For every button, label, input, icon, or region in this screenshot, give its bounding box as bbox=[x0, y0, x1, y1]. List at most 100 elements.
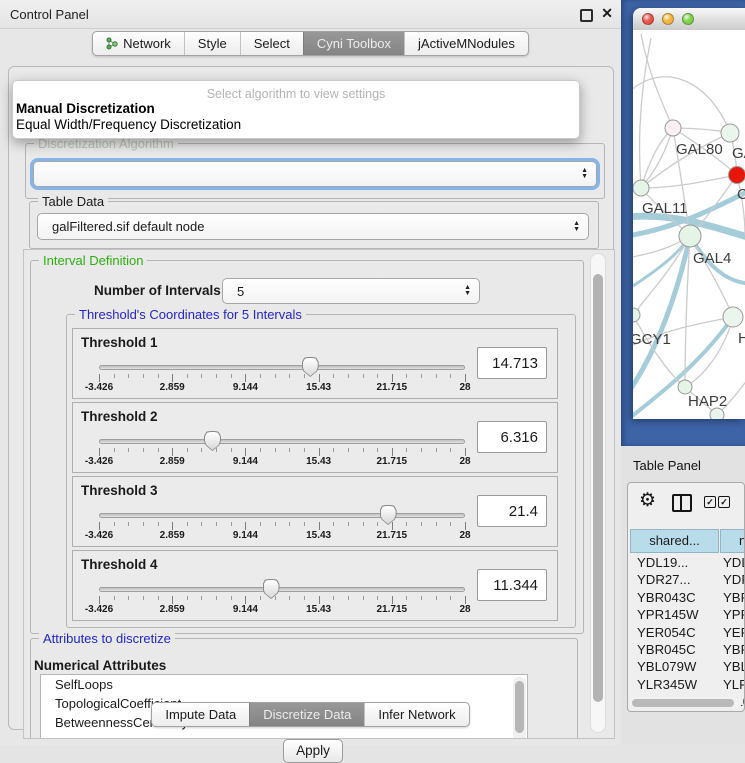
split-view-icon[interactable] bbox=[672, 494, 692, 512]
network-edge[interactable] bbox=[737, 175, 745, 235]
threshold-value-field[interactable]: 11.344 bbox=[477, 569, 547, 601]
tab-label: Network bbox=[123, 32, 171, 55]
node-label: GAL4 bbox=[693, 250, 731, 267]
network-node-hap2[interactable] bbox=[678, 380, 692, 394]
cell-name: YDR2 bbox=[723, 572, 745, 587]
algorithm-option-equal-width-frequency-discretization[interactable]: Equal Width/Frequency Discretization bbox=[13, 117, 579, 133]
slider-track[interactable] bbox=[99, 439, 465, 444]
algorithm-option-manual-discretization[interactable]: Manual Discretization bbox=[13, 101, 579, 117]
table-hscrollbar[interactable] bbox=[630, 697, 742, 708]
gear-icon[interactable]: ⚙ bbox=[639, 489, 656, 512]
scrollbar-thumb[interactable] bbox=[632, 699, 734, 707]
control-panel: Control Panel ✕ Network StyleSelect Cyni T… bbox=[0, 0, 621, 745]
float-window-icon[interactable] bbox=[580, 9, 593, 22]
tab-style[interactable]: Style bbox=[184, 32, 240, 55]
table-row[interactable]: YPR145WYPR1 bbox=[630, 607, 745, 624]
checkbox-icon[interactable]: ✓ bbox=[704, 496, 716, 508]
control-panel-titlebar: Control Panel ✕ bbox=[0, 0, 621, 29]
tab-label: Impute Data bbox=[165, 703, 236, 726]
slider-track[interactable] bbox=[99, 365, 465, 370]
table-row[interactable]: YER054C YER0 bbox=[630, 625, 745, 642]
threshold-label: Threshold 1 bbox=[81, 335, 158, 350]
table-data-combo[interactable]: galFiltered.sif default node ▲▼ bbox=[37, 213, 589, 240]
slider-tick-labels: -3.4262.8599.14415.4321.71528 bbox=[99, 604, 465, 616]
tab-label: Cyni Toolbox bbox=[317, 32, 391, 55]
tab-jactivemnodules[interactable]: jActiveMNodules bbox=[404, 32, 528, 55]
node-label: GAL80 bbox=[676, 141, 723, 158]
algorithm-combo[interactable]: ▲▼ bbox=[33, 161, 597, 187]
network-node-gal4[interactable] bbox=[679, 225, 701, 247]
network-edge[interactable] bbox=[633, 77, 730, 133]
threshold-panel-1: Threshold 1 -3.4262.8599.14415.4321.71528… bbox=[72, 328, 558, 399]
tab-label: Infer Network bbox=[378, 703, 455, 726]
cell-name: YBL0 bbox=[723, 659, 745, 674]
column-header-name[interactable]: na bbox=[720, 529, 745, 553]
cell-name: YER0 bbox=[723, 625, 745, 640]
group-title: Table Data bbox=[38, 194, 108, 209]
network-edge[interactable] bbox=[641, 128, 673, 188]
table-row[interactable]: YLR345WYLR3 bbox=[630, 677, 745, 694]
algorithm-dropdown-popup: Select algorithm to view settings Manual… bbox=[12, 80, 580, 139]
tab-discretize-data[interactable]: Discretize Data bbox=[249, 703, 364, 726]
slider-thumb[interactable] bbox=[302, 357, 319, 377]
tab-cyni-toolbox[interactable]: Cyni Toolbox bbox=[303, 32, 404, 55]
close-traffic-light-icon[interactable] bbox=[642, 13, 654, 25]
tab-infer-network[interactable]: Infer Network bbox=[364, 703, 468, 726]
threshold-panel-3: Threshold 3-3.4262.8599.14415.4321.71528… bbox=[72, 476, 558, 547]
tab-select[interactable]: Select bbox=[240, 32, 303, 55]
tab-label: Discretize Data bbox=[263, 703, 351, 726]
threshold-value-field[interactable]: 6.316 bbox=[477, 421, 547, 453]
table-row[interactable]: YDL19...YDL1 bbox=[630, 555, 745, 572]
slider-tick-labels: -3.4262.8599.14415.4321.71528 bbox=[99, 382, 465, 394]
tab-impute-data[interactable]: Impute Data bbox=[152, 703, 249, 726]
network-canvas[interactable]: GAL80GACGAL11GAL4GCY1HHAP2 bbox=[633, 30, 745, 419]
network-node[interactable] bbox=[710, 408, 724, 419]
panel-scrollbar[interactable] bbox=[590, 253, 606, 733]
threshold-label: Threshold 4 bbox=[81, 557, 158, 572]
network-node-h[interactable] bbox=[723, 307, 743, 327]
network-window-titlebar[interactable] bbox=[633, 8, 745, 31]
algorithm-hint: Select algorithm to view settings bbox=[13, 87, 579, 101]
table-row[interactable]: YBR043C YBR0 bbox=[630, 590, 745, 607]
network-graph: GAL80GACGAL11GAL4GCY1HHAP2 bbox=[633, 30, 745, 419]
close-icon[interactable]: ✕ bbox=[601, 5, 613, 22]
cell-name: YBR0 bbox=[723, 590, 745, 605]
table-row[interactable]: YBR045CYBR0 bbox=[630, 642, 745, 659]
scrollbar-thumb[interactable] bbox=[593, 274, 603, 702]
slider-thumb[interactable] bbox=[380, 505, 397, 525]
threshold-value-field[interactable]: 21.4 bbox=[477, 495, 547, 527]
slider-ticks bbox=[99, 596, 465, 604]
network-edge[interactable] bbox=[641, 128, 673, 188]
network-icon bbox=[106, 37, 118, 50]
network-node-ga[interactable] bbox=[721, 124, 739, 142]
node-label: C bbox=[737, 186, 745, 203]
number-of-intervals-combo[interactable]: 5 ▲▼ bbox=[222, 278, 480, 304]
table-row[interactable]: YBL079W YBL0 bbox=[630, 659, 745, 676]
zoom-traffic-light-icon[interactable] bbox=[682, 13, 694, 25]
network-node-gcy1[interactable] bbox=[633, 308, 640, 322]
network-edge[interactable] bbox=[633, 236, 690, 394]
cell-shared-name: YER054C bbox=[637, 625, 696, 640]
checkbox-icon[interactable]: ✓ bbox=[718, 496, 730, 508]
threshold-panel-2: Threshold 2-3.4262.8599.14415.4321.71528… bbox=[72, 402, 558, 473]
slider-ticks bbox=[99, 522, 465, 530]
slider-track[interactable] bbox=[99, 587, 465, 592]
threshold-value-field[interactable]: 14.713 bbox=[477, 347, 547, 379]
network-view-window: GAL80GACGAL11GAL4GCY1HHAP2 bbox=[633, 8, 745, 419]
tab-network[interactable]: Network bbox=[93, 32, 184, 55]
cell-shared-name: YBL079W bbox=[637, 659, 696, 674]
slider-track[interactable] bbox=[99, 513, 465, 518]
threshold-panel-4: Threshold 4 -3.4262.8599.14415.4321.71528… bbox=[72, 550, 558, 621]
cell-shared-name: YBR043C bbox=[637, 590, 696, 605]
column-header-shared-name[interactable]: shared... bbox=[630, 529, 719, 553]
network-node-gal11[interactable] bbox=[633, 180, 649, 196]
attribute-item-selfloops[interactable]: SelfLoops bbox=[41, 675, 527, 694]
minimize-traffic-light-icon[interactable] bbox=[662, 13, 674, 25]
apply-button[interactable]: Apply bbox=[283, 739, 343, 763]
slider-thumb[interactable] bbox=[263, 579, 280, 599]
network-node-gal80[interactable] bbox=[665, 120, 681, 136]
table-row[interactable]: YDR27...YDR2 bbox=[630, 572, 745, 589]
slider-thumb[interactable] bbox=[204, 431, 221, 451]
network-node-c[interactable] bbox=[729, 167, 745, 184]
slider-ticks bbox=[99, 374, 465, 382]
